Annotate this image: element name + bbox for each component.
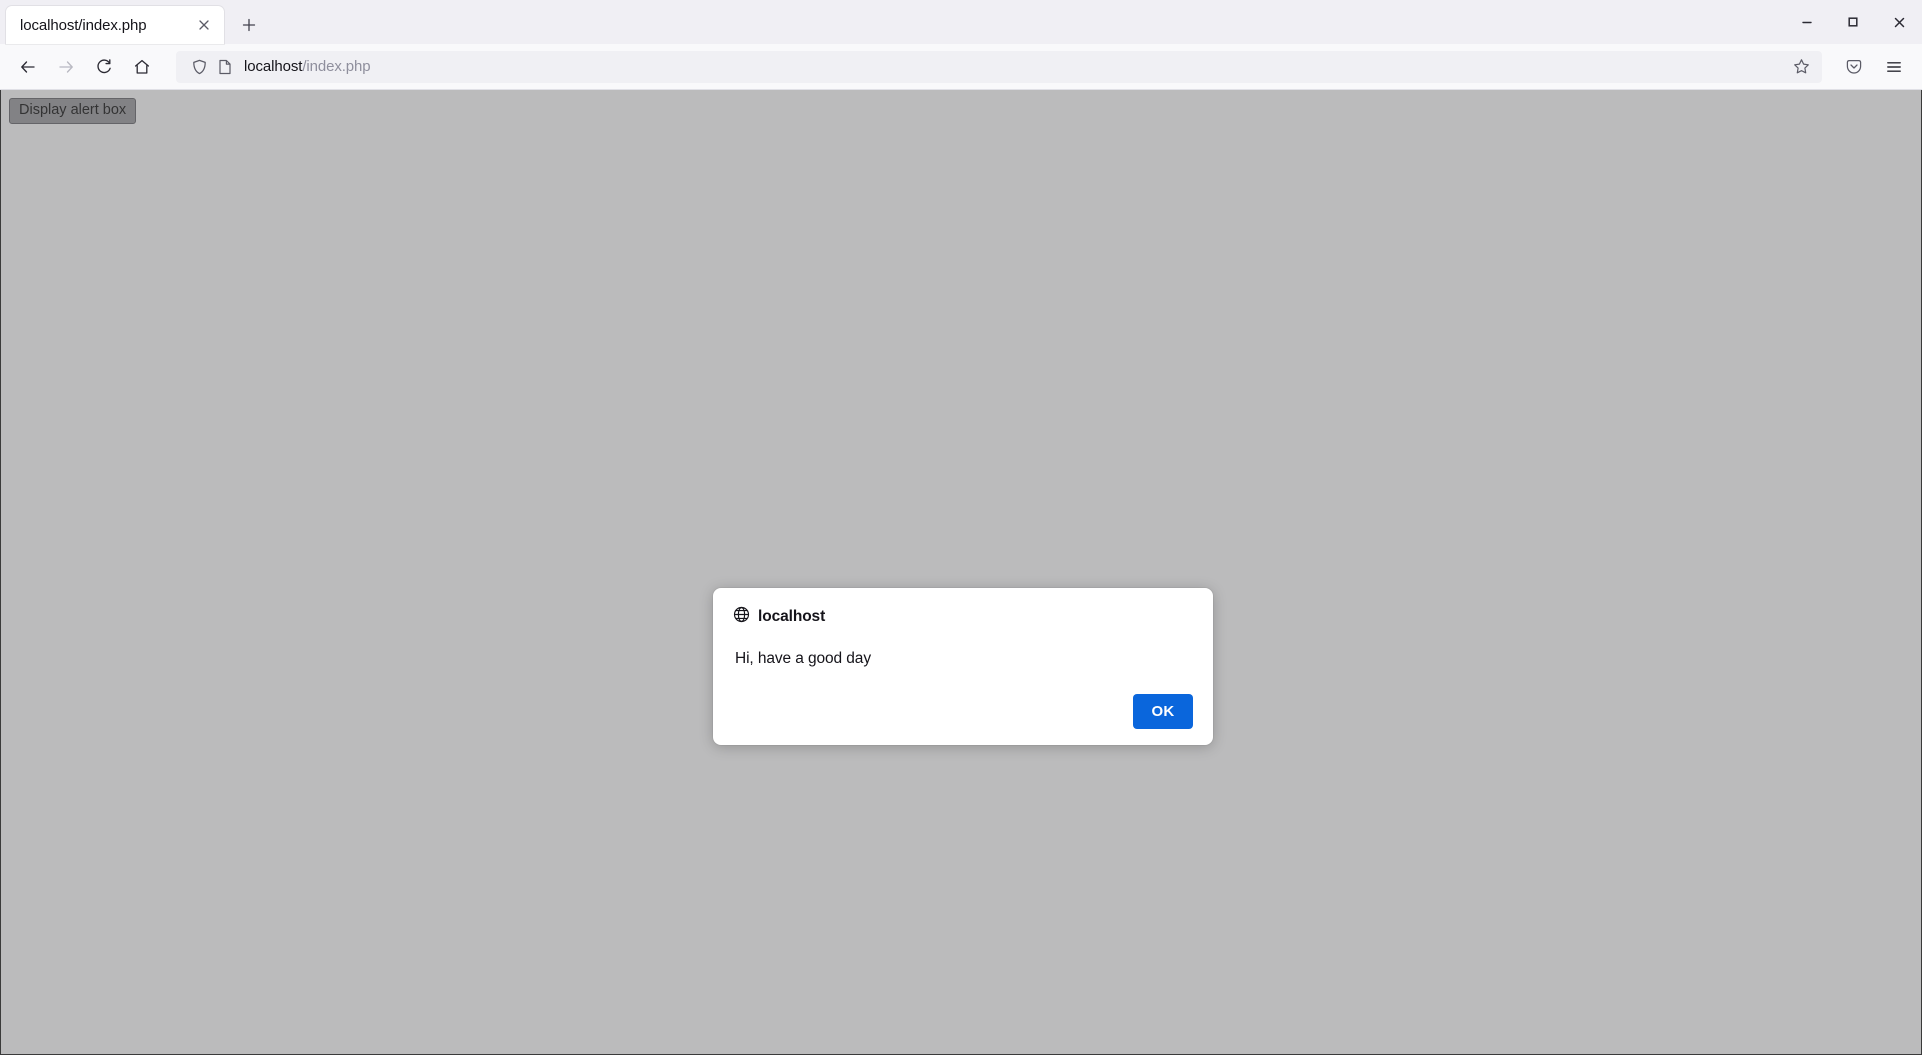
minimize-button[interactable] xyxy=(1784,0,1830,44)
alert-dialog-origin: localhost xyxy=(758,608,826,625)
shield-icon[interactable] xyxy=(186,54,212,80)
pocket-save-icon[interactable] xyxy=(1836,49,1872,85)
maximize-button[interactable] xyxy=(1830,0,1876,44)
content-area: Display alert box localhost Hi, have a g… xyxy=(0,90,1922,1055)
reload-button[interactable] xyxy=(86,49,122,85)
url-host: localhost xyxy=(244,58,303,75)
alert-ok-button[interactable]: OK xyxy=(1133,694,1193,729)
alert-dialog-actions: OK xyxy=(733,694,1193,729)
alert-dialog-header: localhost xyxy=(733,606,1193,628)
modal-dim-overlay xyxy=(1,90,1921,1054)
alert-dialog: localhost Hi, have a good day OK xyxy=(713,588,1213,745)
new-tab-button[interactable] xyxy=(232,8,266,42)
globe-icon xyxy=(733,606,750,628)
alert-dialog-message: Hi, have a good day xyxy=(735,650,871,667)
url-path: /index.php xyxy=(302,58,371,75)
back-button[interactable] xyxy=(10,49,46,85)
browser-window: localhost/index.php localhost/index.php … xyxy=(0,0,1922,1055)
tab-localhost-index-php[interactable]: localhost/index.php xyxy=(6,6,224,44)
url-text[interactable]: localhost/index.php xyxy=(238,58,1786,75)
page-icon[interactable] xyxy=(212,54,238,80)
window-controls xyxy=(1784,0,1922,44)
tab-close-icon[interactable] xyxy=(190,11,218,39)
url-bar[interactable]: localhost/index.php xyxy=(176,50,1822,83)
app-menu-button[interactable] xyxy=(1876,49,1912,85)
close-button[interactable] xyxy=(1876,0,1922,44)
tab-strip: localhost/index.php xyxy=(0,0,1922,44)
navigation-toolbar: localhost/index.php xyxy=(0,44,1922,90)
tab-title: localhost/index.php xyxy=(20,16,147,34)
home-button[interactable] xyxy=(124,49,160,85)
forward-button[interactable] xyxy=(48,49,84,85)
bookmark-star-icon[interactable] xyxy=(1786,52,1816,82)
